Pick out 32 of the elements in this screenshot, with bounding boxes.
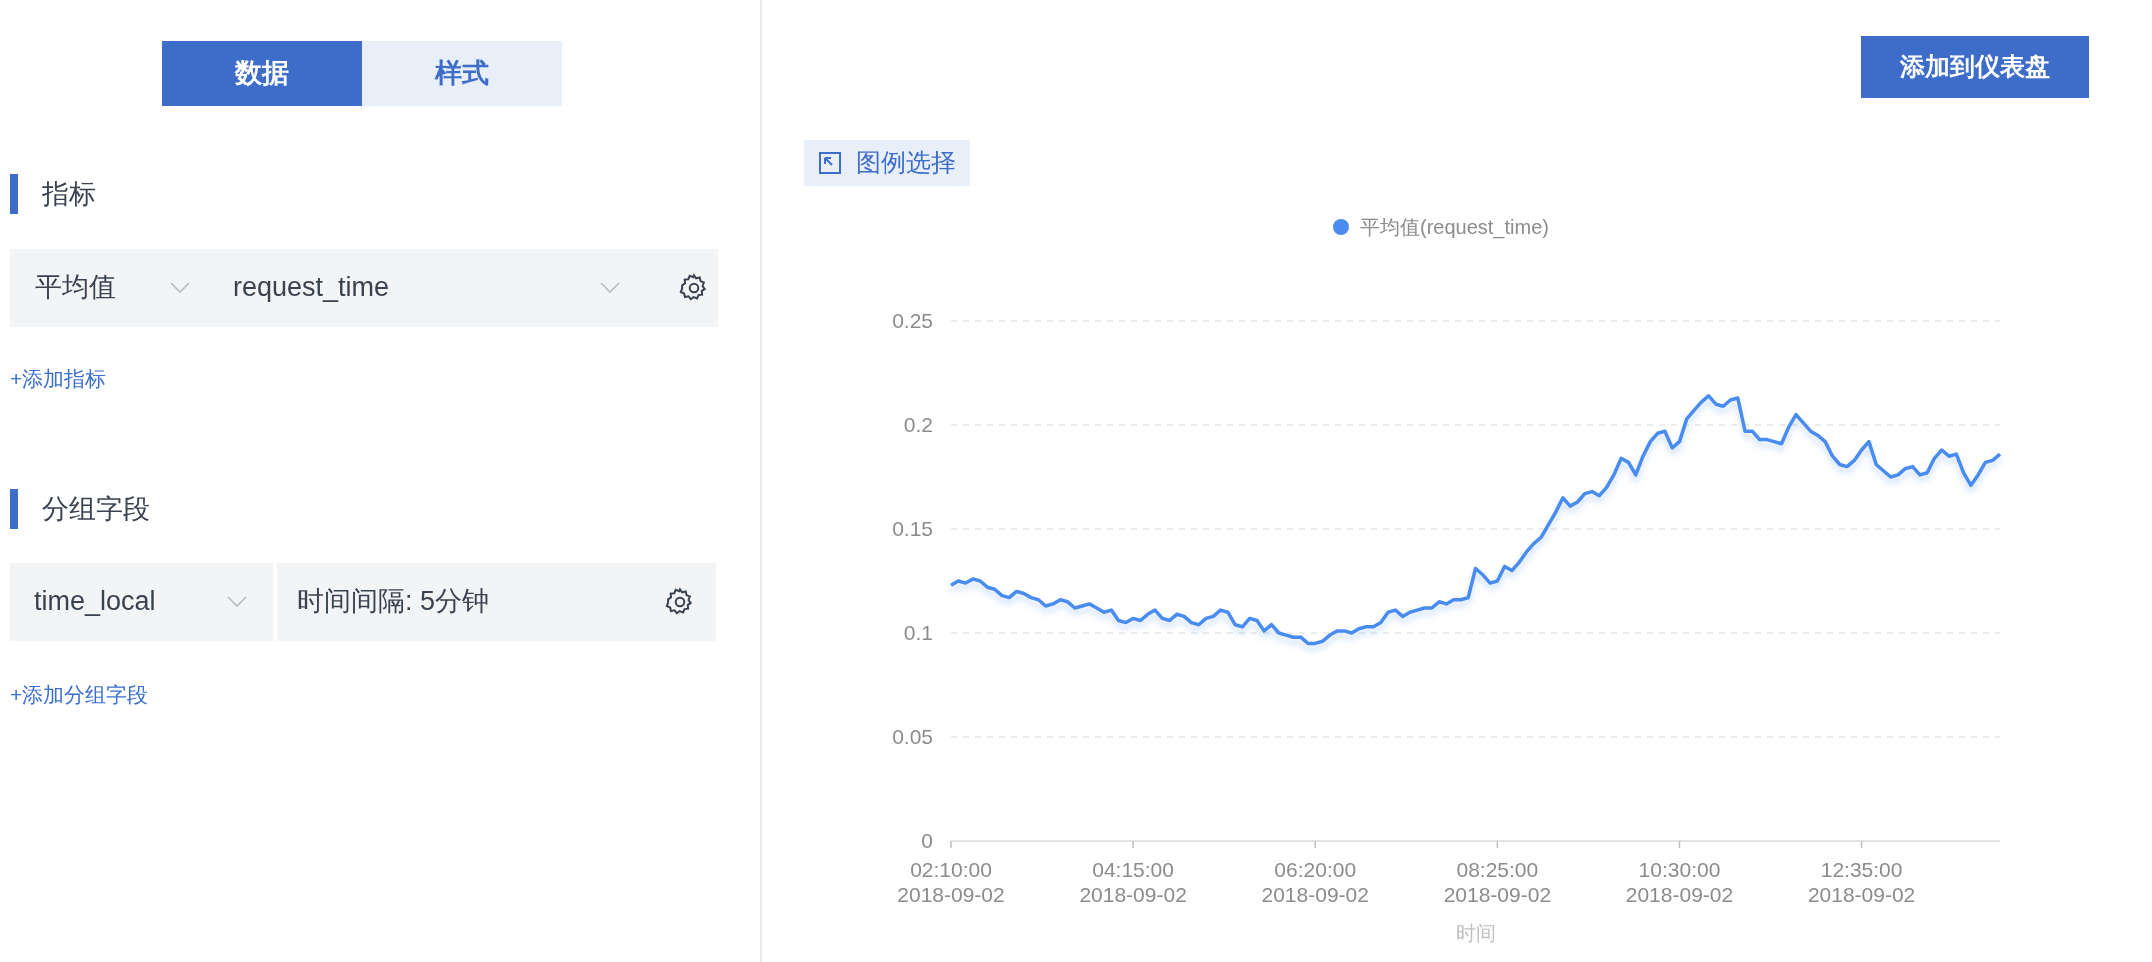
legend-label[interactable]: 平均值(request_time) — [1360, 216, 1549, 238]
chevron-down-icon — [170, 281, 190, 294]
aggregation-dropdown[interactable]: 平均值 — [10, 267, 210, 308]
add-link[interactable]: +添加分组字段 — [10, 682, 149, 706]
interval-setting[interactable]: 时间间隔: 5分钟 — [277, 562, 716, 641]
section-marker — [10, 489, 18, 530]
field-dropdown[interactable]: request_time — [210, 267, 630, 308]
add-link[interactable]: +添加指标 — [10, 366, 107, 390]
add-to-dashboard-button[interactable]: 添加到仪表盘 — [1861, 36, 2089, 98]
tab[interactable]: 数据 — [162, 41, 362, 106]
y-axis-label: 0.25 — [892, 309, 933, 332]
y-axis-label: 0.2 — [903, 413, 933, 436]
y-axis-label: 0 — [921, 829, 933, 852]
y-axis-label: 0.05 — [892, 725, 933, 748]
collapse-corner-icon — [818, 151, 842, 175]
legend-select-button[interactable]: 图例选择 — [804, 140, 970, 186]
x-axis-label: 02:10:00 2018-09-02 — [897, 858, 1005, 906]
group-field-dropdown[interactable]: time_local — [10, 562, 273, 641]
x-axis-label: 08:25:00 2018-09-02 — [1443, 858, 1552, 906]
section-title: 分组字段 — [42, 493, 150, 526]
x-axis-label: 06:20:00 2018-09-02 — [1261, 858, 1369, 906]
x-axis-label: 10:30:00 2018-09-02 — [1625, 858, 1734, 906]
x-axis-label: 12:35:00 2018-09-02 — [1807, 858, 1916, 906]
y-axis-label: 0.1 — [903, 621, 933, 644]
x-axis-label: 04:15:00 2018-09-02 — [1079, 858, 1187, 906]
x-axis-title: 时间 — [1455, 922, 1496, 944]
section-title: 指标 — [42, 178, 96, 211]
section-marker — [10, 174, 18, 215]
y-axis-label: 0.15 — [892, 517, 933, 540]
chevron-down-icon — [600, 281, 620, 294]
chevron-down-icon — [227, 595, 247, 608]
tab[interactable]: 样式 — [362, 41, 562, 106]
